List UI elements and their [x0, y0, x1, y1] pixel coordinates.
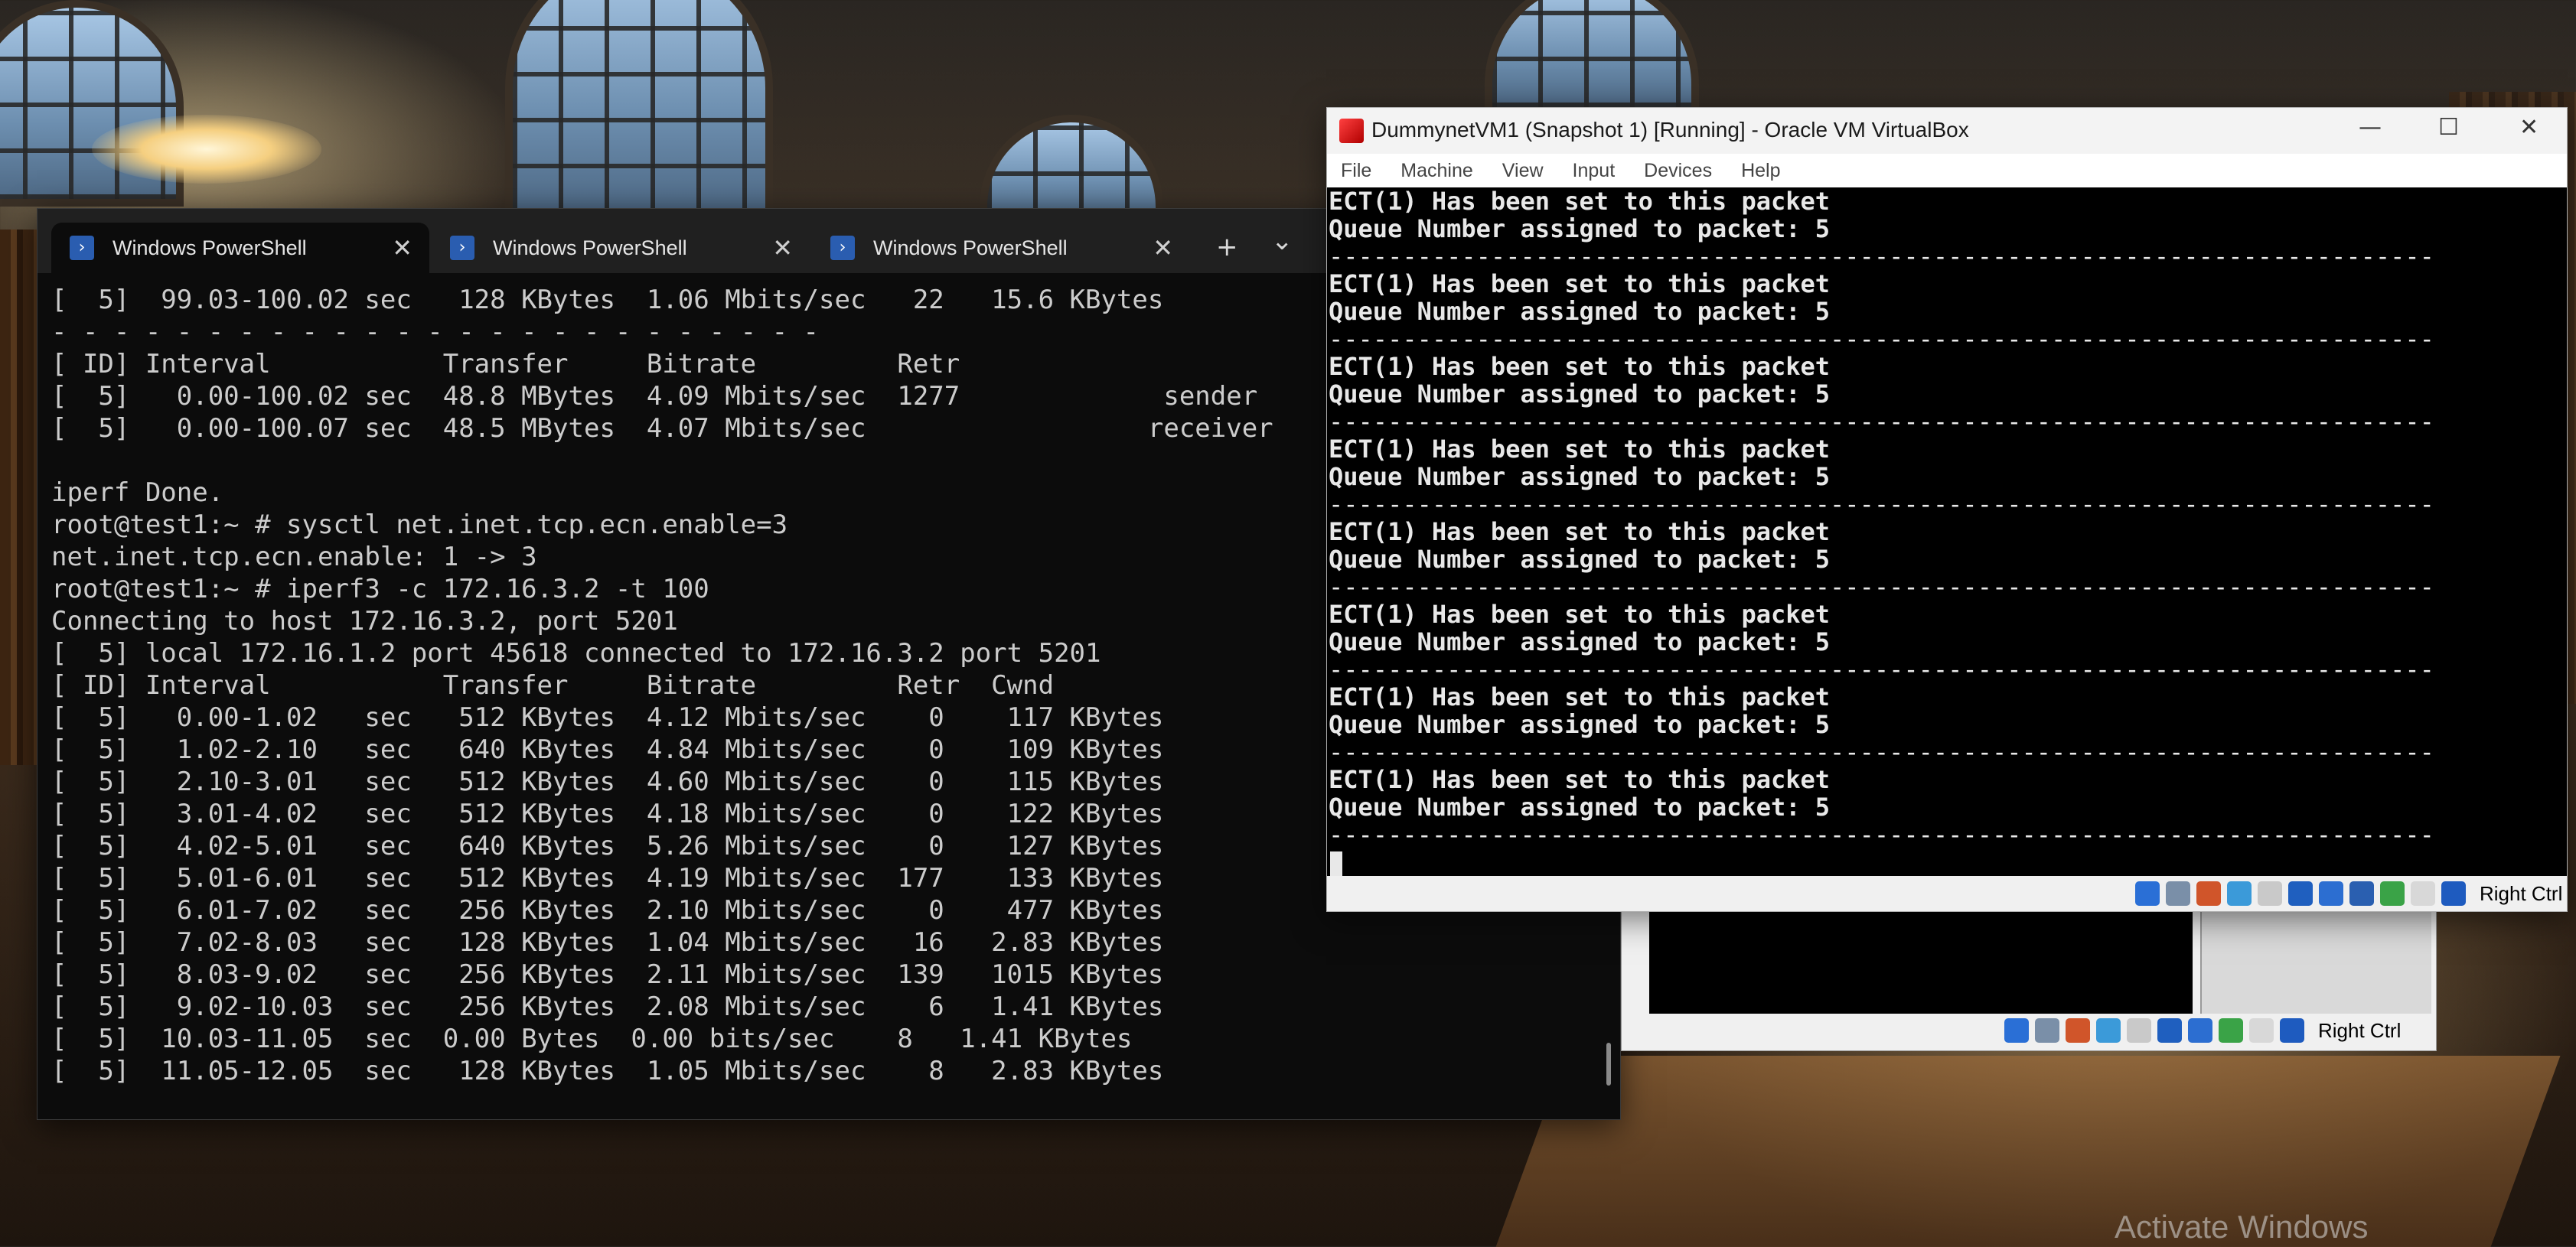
keyboard-icon[interactable]	[2441, 881, 2466, 906]
display-icon[interactable]	[2188, 1018, 2212, 1043]
tab-label: Windows PowerShell	[493, 236, 687, 259]
console-line: Queue Number assigned to packet: 5	[1329, 545, 1831, 574]
virtualbox-app-icon	[1339, 119, 1364, 143]
wallpaper-arched-window	[505, 0, 773, 222]
capture-icon[interactable]	[2219, 1018, 2243, 1043]
network-icon[interactable]	[2096, 1018, 2121, 1043]
menu-machine[interactable]: Machine	[1400, 160, 1473, 182]
menu-help[interactable]: Help	[1741, 160, 1780, 182]
console-line: ----------------------------------------…	[1329, 407, 2434, 436]
close-icon[interactable]: ✕	[392, 233, 412, 262]
menu-input[interactable]: Input	[1573, 160, 1616, 182]
console-line: Queue Number assigned to packet: 5	[1329, 297, 1831, 326]
console-line: ----------------------------------------…	[1329, 572, 2434, 601]
console-line: ECT(1) Has been set to this packet	[1329, 517, 1831, 546]
tab-dropdown-button[interactable]: ⌄	[1271, 226, 1293, 256]
console-line: ECT(1) Has been set to this packet	[1329, 435, 1831, 464]
console-line: ----------------------------------------…	[1329, 820, 2434, 849]
capture-icon[interactable]	[2349, 881, 2374, 906]
network-icon[interactable]	[2227, 881, 2252, 906]
optical-drive-icon[interactable]	[2166, 881, 2190, 906]
new-tab-button[interactable]: +	[1216, 232, 1238, 262]
vm-console-screen[interactable]: ECT(1) Has been set to this packet Queue …	[1327, 187, 2567, 877]
minimize-button[interactable]: —	[2359, 114, 2382, 141]
terminal-line: [ 5] 7.02-8.03 sec 128 KBytes 1.04 Mbits…	[51, 927, 1164, 958]
vbox-status-icons: Right Ctrl	[2135, 881, 2562, 906]
terminal-line: [ 5] 8.03-9.02 sec 256 KBytes 2.11 Mbits…	[51, 959, 1164, 990]
hard-disk-icon[interactable]	[2004, 1018, 2029, 1043]
console-line: ----------------------------------------…	[1329, 242, 2434, 271]
powershell-icon: ›	[70, 236, 94, 260]
virtualbox-window[interactable]: DummynetVM1 (Snapshot 1) [Running] - Ora…	[1326, 107, 2568, 912]
tab-label: Windows PowerShell	[873, 236, 1068, 259]
keyboard-icon[interactable]	[2280, 1018, 2304, 1043]
menu-file[interactable]: File	[1341, 160, 1371, 182]
audio-icon[interactable]	[2196, 881, 2221, 906]
console-line: ECT(1) Has been set to this packet	[1329, 600, 1831, 629]
console-line: Queue Number assigned to packet: 5	[1329, 627, 1831, 656]
console-line: ECT(1) Has been set to this packet	[1329, 187, 1831, 216]
tab-label: Windows PowerShell	[112, 236, 307, 259]
mouse-integration-icon[interactable]	[2249, 1018, 2274, 1043]
wallpaper-chandelier	[92, 115, 321, 184]
usb-icon[interactable]	[2258, 881, 2282, 906]
console-line: Queue Number assigned to packet: 5	[1329, 214, 1831, 243]
console-line: ----------------------------------------…	[1329, 737, 2434, 767]
close-icon[interactable]: ✕	[772, 233, 793, 262]
wallpaper-bookshelf	[0, 230, 37, 765]
virtualbox-window-background[interactable]: Right Ctrl	[1621, 903, 2437, 1051]
host-key-label: Right Ctrl	[2480, 881, 2563, 905]
menu-devices[interactable]: Devices	[1644, 160, 1712, 182]
console-line: ECT(1) Has been set to this packet	[1329, 352, 1831, 381]
maximize-button[interactable]: ☐	[2438, 114, 2459, 141]
terminal-line: [ 5] 10.03-11.05 sec 0.00 Bytes 0.00 bit…	[51, 1024, 1133, 1054]
console-line: ----------------------------------------…	[1329, 490, 2434, 519]
powershell-icon: ›	[450, 236, 474, 260]
host-key-label: Right Ctrl	[2318, 1018, 2402, 1042]
vbox-menu-bar: File Machine View Input Devices Help	[1327, 154, 2567, 187]
console-line: ECT(1) Has been set to this packet	[1329, 682, 1831, 711]
vbox-status-bar: Right Ctrl	[1327, 876, 2567, 911]
vbox-behind-status-bar: Right Ctrl	[2004, 1018, 2401, 1043]
console-line: ECT(1) Has been set to this packet	[1329, 765, 1831, 794]
tab-powershell-1[interactable]: › Windows PowerShell ✕	[51, 223, 429, 273]
powershell-icon: ›	[830, 236, 855, 260]
menu-view[interactable]: View	[1502, 160, 1544, 182]
vbox-title-bar[interactable]: DummynetVM1 (Snapshot 1) [Running] - Ora…	[1327, 108, 2567, 154]
cpu-icon[interactable]	[2380, 881, 2405, 906]
activate-windows-watermark: Activate Windows	[2115, 1209, 2369, 1245]
close-icon[interactable]: ✕	[1153, 233, 1173, 262]
terminal-line: [ 5] 11.05-12.05 sec 128 KBytes 1.05 Mbi…	[51, 1056, 1164, 1086]
shared-folder-icon[interactable]	[2157, 1018, 2182, 1043]
display-icon[interactable]	[2319, 881, 2343, 906]
wallpaper-arched-window	[1485, 0, 1699, 115]
usb-icon[interactable]	[2127, 1018, 2151, 1043]
console-line: Queue Number assigned to packet: 5	[1329, 793, 1831, 822]
shared-folder-icon[interactable]	[2288, 881, 2313, 906]
console-line: Queue Number assigned to packet: 5	[1329, 710, 1831, 739]
hard-disk-icon[interactable]	[2135, 881, 2160, 906]
console-line: ----------------------------------------…	[1329, 655, 2434, 684]
text-cursor	[1330, 851, 1342, 877]
close-button[interactable]: ✕	[2519, 114, 2539, 141]
mouse-integration-icon[interactable]	[2411, 881, 2435, 906]
console-line: Queue Number assigned to packet: 5	[1329, 379, 1831, 409]
window-title: DummynetVM1 (Snapshot 1) [Running] - Ora…	[1371, 118, 1969, 142]
vm-screen-background	[1649, 904, 2193, 1014]
wallpaper-reading-table	[1495, 1056, 2561, 1247]
console-line: ----------------------------------------…	[1329, 324, 2434, 353]
terminal-scrollbar[interactable]	[1606, 1043, 1611, 1086]
console-line: Queue Number assigned to packet: 5	[1329, 462, 1831, 491]
tab-powershell-3[interactable]: › Windows PowerShell ✕	[812, 223, 1190, 273]
vm-console-output: ECT(1) Has been set to this packet Queue …	[1327, 187, 2567, 848]
vm-screen-background-grey	[2200, 904, 2431, 1014]
terminal-line: [ 5] 9.02-10.03 sec 256 KBytes 2.08 Mbit…	[51, 991, 1164, 1022]
tab-powershell-2[interactable]: › Windows PowerShell ✕	[432, 223, 810, 273]
optical-drive-icon[interactable]	[2035, 1018, 2059, 1043]
console-line: ECT(1) Has been set to this packet	[1329, 269, 1831, 298]
audio-icon[interactable]	[2066, 1018, 2090, 1043]
